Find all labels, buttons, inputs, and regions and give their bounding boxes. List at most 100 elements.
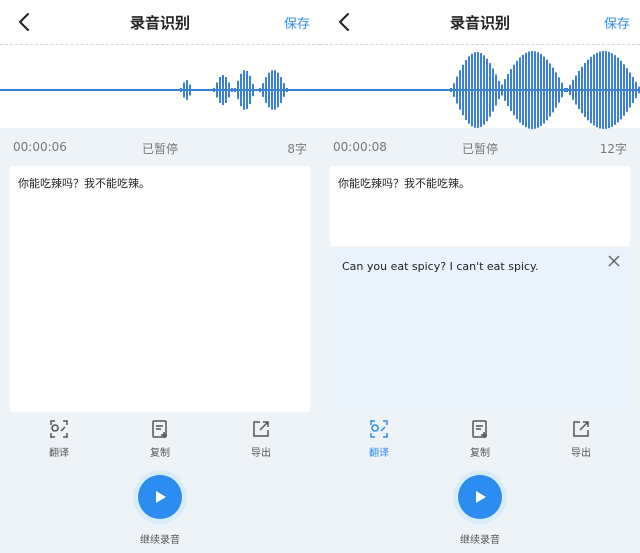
waveform-bar — [575, 75, 577, 105]
waveform-bar — [513, 64, 515, 116]
waveform-bar — [259, 88, 261, 92]
transcript-text[interactable]: 你能吃辣吗？我不能吃辣。 — [330, 166, 630, 246]
export-icon — [573, 421, 589, 437]
waveform-bar — [225, 77, 227, 103]
translate-button[interactable]: 翻译 — [29, 418, 89, 459]
export-icon — [253, 421, 269, 437]
waveform-bar — [492, 68, 494, 112]
header: 录音识别 保存 — [320, 0, 640, 44]
waveform-bar — [611, 53, 613, 127]
waveform-bar — [277, 72, 279, 108]
waveform-bar — [635, 81, 637, 99]
waveform-bar — [222, 75, 224, 105]
waveform-bar — [262, 83, 264, 97]
copy-icon — [472, 420, 487, 438]
waveform-bar — [180, 88, 182, 92]
waveform-bar — [471, 53, 473, 127]
waveform-bar — [498, 88, 500, 92]
export-button[interactable]: 导出 — [231, 418, 291, 459]
waveform-bar — [453, 83, 455, 97]
waveform-bar — [216, 82, 218, 98]
waveform-bar — [605, 51, 607, 129]
recording-status: 已暂停 — [461, 142, 498, 156]
waveform-bar — [596, 52, 598, 128]
recording-info: 00:00:06 已暂停 8字 — [0, 128, 320, 164]
continue-record-label: 继续录音 — [140, 535, 180, 546]
waveform-graphic — [320, 51, 640, 129]
waveform-bar — [483, 55, 485, 125]
waveform-bar — [581, 66, 583, 114]
translate-label: 翻译 — [49, 448, 69, 459]
waveform-bar — [213, 88, 215, 92]
transcript-text[interactable]: 你能吃辣吗？我不能吃辣。 — [10, 166, 310, 412]
action-bar: 翻译 复制 导出 — [0, 418, 320, 464]
waveform-bar — [522, 54, 524, 126]
waveform-bar — [465, 60, 467, 120]
waveform-bar — [620, 60, 622, 120]
header: 录音识别 保存 — [0, 0, 320, 44]
waveform-bar — [599, 51, 601, 129]
waveform-bar — [593, 54, 595, 126]
waveform-bar — [468, 56, 470, 124]
save-button[interactable]: 保存 — [284, 13, 310, 32]
waveform-bar — [501, 84, 503, 96]
copy-button[interactable]: 复制 — [450, 418, 510, 459]
screen-before-translate: 录音识别 保存 00:00:06 已暂停 8字 你能吃辣吗？我不能吃辣。 翻译 … — [0, 0, 320, 553]
waveform-bar — [632, 77, 634, 103]
waveform-bar — [189, 84, 191, 96]
translate-button[interactable]: 翻译 — [349, 418, 409, 459]
recording-status: 已暂停 — [141, 142, 178, 156]
export-button[interactable]: 导出 — [551, 418, 611, 459]
waveform-bar — [504, 79, 506, 101]
waveform-bar — [243, 70, 245, 110]
waveform-bar — [546, 59, 548, 121]
copy-icon — [152, 420, 167, 438]
close-translation-button[interactable] — [605, 252, 623, 270]
translation-text: Can you eat spicy? I can't eat spicy. — [342, 260, 539, 273]
waveform-bar — [240, 73, 242, 107]
waveform-bar — [614, 55, 616, 125]
waveform-bar — [569, 85, 571, 95]
waveform-bar — [602, 51, 604, 129]
waveform-bar — [516, 60, 518, 120]
export-label: 导出 — [251, 448, 271, 459]
waveform-bar — [629, 72, 631, 108]
copy-button[interactable]: 复制 — [130, 418, 190, 459]
waveform-bar — [286, 88, 288, 92]
export-label: 导出 — [571, 448, 591, 459]
waveform-bar — [578, 70, 580, 110]
waveform-bar — [474, 52, 476, 128]
waveform-bar — [590, 56, 592, 124]
translate-label: 翻译 — [369, 448, 389, 459]
waveform-bar — [543, 56, 545, 124]
character-count: 12字 — [599, 142, 627, 156]
waveform-bar — [280, 77, 282, 103]
save-button[interactable]: 保存 — [604, 13, 630, 32]
waveform-bar — [566, 88, 568, 92]
waveform-bar — [552, 67, 554, 113]
character-count: 8字 — [287, 142, 307, 156]
page-title: 录音识别 — [449, 14, 510, 32]
waveform-bar — [183, 82, 185, 98]
waveform-bar — [459, 70, 461, 110]
copy-label: 复制 — [470, 448, 490, 459]
waveform-bar — [507, 74, 509, 106]
action-bar: 翻译 复制 导出 — [320, 418, 640, 464]
waveform-bar — [268, 72, 270, 108]
recording-info: 00:00:08 已暂停 12字 — [320, 128, 640, 164]
waveform-bar — [564, 88, 566, 92]
waveform-bar — [477, 52, 479, 128]
waveform-bar — [462, 64, 464, 116]
waveform-bar — [531, 51, 533, 129]
translate-icon — [370, 420, 388, 438]
waveform — [0, 44, 320, 128]
waveform-bar — [555, 72, 557, 108]
screen-after-translate: 录音识别 保存 00:00:08 已暂停 12字 你能吃辣吗？我不能吃辣。 Ca… — [320, 0, 640, 553]
waveform-bar — [626, 68, 628, 112]
waveform-bar — [234, 88, 236, 92]
waveform-bar — [623, 64, 625, 116]
continue-record-button[interactable] — [453, 470, 507, 524]
waveform-bar — [558, 77, 560, 103]
continue-record-button[interactable] — [133, 470, 187, 524]
waveform-bar — [489, 63, 491, 117]
